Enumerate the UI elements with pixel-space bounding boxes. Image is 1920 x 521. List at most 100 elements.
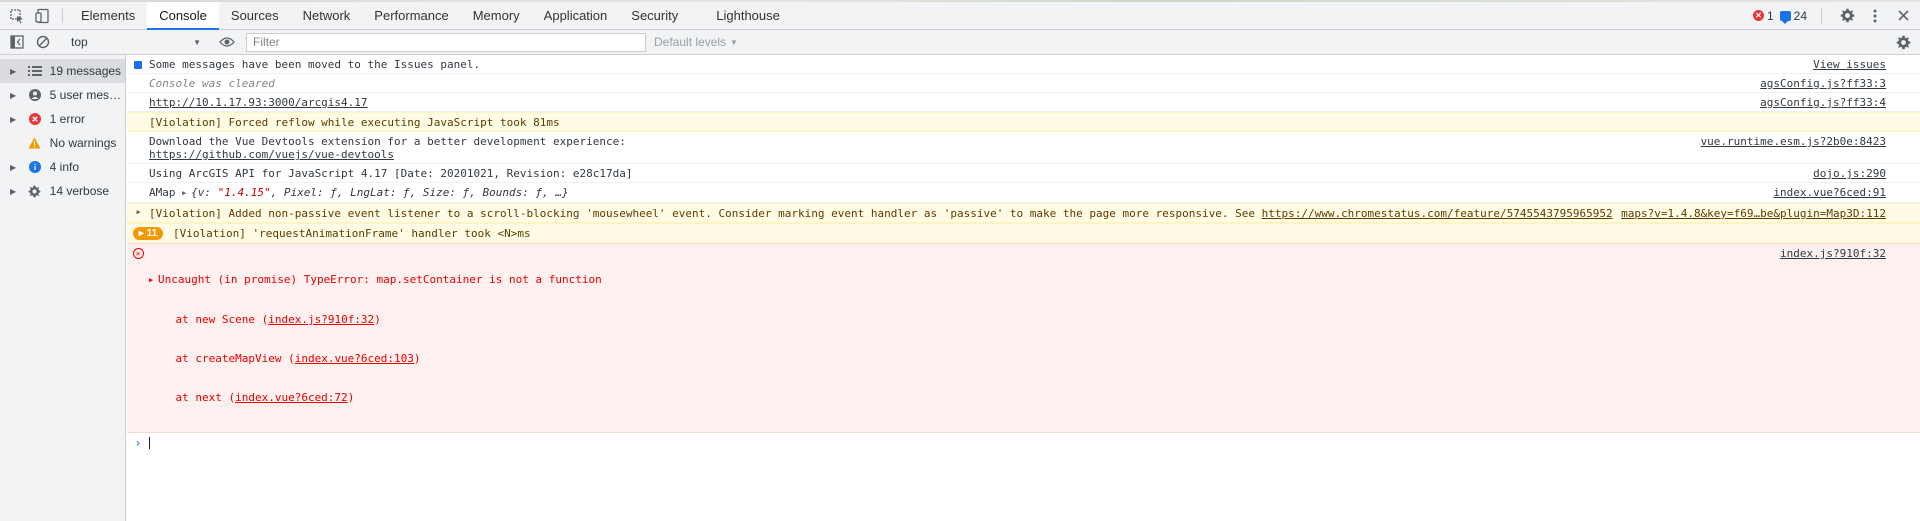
- message-link[interactable]: https://github.com/vuejs/vue-devtools: [149, 148, 1701, 161]
- console-prompt[interactable]: ›: [127, 433, 1920, 453]
- tab-security[interactable]: Security: [619, 2, 690, 29]
- object-open: {v:: [191, 186, 218, 199]
- console-message-cleared: Console was cleared agsConfig.js?ff33:3: [127, 74, 1920, 93]
- chevron-down-icon: ▼: [730, 37, 738, 47]
- message-text: Some messages have been moved to the Iss…: [149, 58, 481, 71]
- expand-triangle-icon[interactable]: ▶: [10, 187, 24, 196]
- error-icon: ✕: [1752, 10, 1764, 21]
- message-link[interactable]: http://10.1.17.93:3000/arcgis4.17: [149, 96, 368, 109]
- tab-performance[interactable]: Performance: [362, 2, 460, 29]
- source-link[interactable]: maps?v=1.4.8&key=f69…be&plugin=Map3D:112: [1621, 207, 1920, 220]
- sidebar-item-errors[interactable]: ▶ 1 error: [0, 107, 125, 131]
- expand-triangle-icon[interactable]: ▶: [10, 115, 24, 124]
- sidebar-item-label: 19 messages: [49, 64, 122, 78]
- prompt-chevron-icon: ›: [134, 436, 142, 450]
- settings-gear-icon[interactable]: [1836, 5, 1858, 27]
- console-message-violation: [Violation] Forced reflow while executin…: [127, 112, 1920, 132]
- expand-triangle-icon[interactable]: ▶: [10, 91, 24, 100]
- console-message-violation-passive: ▶ [Violation] Added non-passive event li…: [127, 203, 1920, 223]
- log-levels-dropdown[interactable]: Default levels ▼: [654, 35, 738, 49]
- message-text: Console was cleared: [149, 77, 275, 90]
- tab-lighthouse[interactable]: Lighthouse: [704, 2, 792, 29]
- message-counter[interactable]: 24: [1779, 8, 1807, 24]
- source-link[interactable]: agsConfig.js?ff33:3: [1760, 77, 1920, 90]
- error-count: 1: [1766, 8, 1774, 23]
- tab-console[interactable]: Console: [147, 2, 219, 30]
- source-link[interactable]: index.js?910f:32: [1780, 247, 1920, 430]
- object-rest: , Pixel: ƒ, LngLat: ƒ, Size: ƒ, Bounds: …: [270, 186, 569, 199]
- sidebar-item-label: 14 verbose: [49, 184, 110, 198]
- sidebar-item-user-messages[interactable]: ▶ 5 user messages: [0, 83, 125, 107]
- tab-memory[interactable]: Memory: [461, 2, 532, 29]
- sidebar-item-warnings[interactable]: No warnings: [0, 131, 125, 155]
- tab-network[interactable]: Network: [291, 2, 363, 29]
- clear-console-icon[interactable]: [30, 35, 56, 49]
- expand-triangle-icon[interactable]: ▶: [149, 274, 158, 287]
- stack-frame-paren: ): [347, 391, 355, 404]
- expand-triangle-icon[interactable]: ▶: [10, 67, 24, 76]
- tab-application[interactable]: Application: [532, 2, 620, 29]
- context-value: top: [71, 35, 88, 49]
- object-version-string: "1.4.15": [217, 186, 271, 199]
- message-link[interactable]: https://www.chromestatus.com/feature/574…: [1262, 207, 1613, 220]
- message-text: AMap: [149, 186, 176, 199]
- verbose-icon: [24, 185, 46, 198]
- object-preview[interactable]: {v: "1.4.15", Pixel: ƒ, LngLat: ƒ, Size:…: [191, 186, 569, 199]
- source-link[interactable]: dojo.js:290: [1813, 167, 1920, 180]
- inspect-element-icon[interactable]: [4, 2, 30, 29]
- console-message-error: ✕ ▶ Uncaught (in promise) TypeError: map.…: [127, 243, 1920, 433]
- user-icon: [24, 89, 46, 101]
- context-selector[interactable]: top ▼: [65, 33, 207, 52]
- tab-elements[interactable]: Elements: [69, 2, 147, 29]
- error-counter[interactable]: ✕ 1: [1752, 8, 1774, 23]
- device-toolbar-icon[interactable]: [30, 2, 56, 29]
- source-link[interactable]: index.vue?6ced:91: [1773, 186, 1920, 200]
- close-devtools-icon[interactable]: [1892, 5, 1914, 27]
- issues-info-icon: [134, 61, 142, 69]
- stack-frame-paren: ): [374, 313, 381, 326]
- expand-triangle-icon[interactable]: ▶: [137, 208, 146, 220]
- chevron-down-icon: ▼: [193, 37, 201, 47]
- log-levels-label: Default levels: [654, 35, 727, 49]
- console-messages: Some messages have been moved to the Iss…: [127, 55, 1920, 521]
- sidebar-item-label: 5 user messages: [49, 88, 125, 102]
- sidebar-item-messages[interactable]: ▶ 19 messages: [0, 59, 125, 83]
- message-text: [Violation] Forced reflow while executin…: [149, 116, 560, 129]
- more-options-icon[interactable]: [1864, 5, 1886, 27]
- devtools-tabbar: Elements Console Sources Network Perform…: [0, 2, 1920, 30]
- filter-input[interactable]: [246, 32, 646, 52]
- sidebar-item-info[interactable]: ▶ 4 info: [0, 155, 125, 179]
- text-caret: [149, 437, 150, 449]
- stack-frame-link[interactable]: index.vue?6ced:103: [295, 352, 414, 365]
- expand-triangle-icon[interactable]: ▶: [182, 187, 191, 200]
- expand-triangle-icon[interactable]: ▶: [10, 163, 24, 172]
- message-count: 24: [1793, 8, 1807, 23]
- console-sidebar: ▶ 19 messages ▶ 5 user messages ▶ 1 erro…: [0, 55, 126, 521]
- stack-frame-paren: ): [413, 352, 421, 365]
- console-settings-gear-icon[interactable]: [1892, 31, 1914, 53]
- message-text: [Violation] Added non-passive event list…: [149, 207, 1262, 220]
- stack-frame-text: at new Scene (: [149, 313, 269, 326]
- error-icon: ✕: [132, 248, 144, 259]
- error-text: Uncaught (in promise) TypeError: map.set…: [158, 273, 602, 286]
- tab-sources[interactable]: Sources: [219, 2, 291, 29]
- repeat-count-badge: ▸ 11: [133, 227, 163, 240]
- repeat-count: 11: [146, 228, 158, 239]
- view-issues-link[interactable]: View issues: [1813, 58, 1920, 71]
- stack-frame-link[interactable]: index.vue?6ced:72: [235, 391, 348, 404]
- warning-icon: [24, 137, 46, 149]
- message-text: Using ArcGIS API for JavaScript 4.17 [Da…: [149, 167, 633, 180]
- message-icon: [1779, 10, 1791, 24]
- stack-frame-link[interactable]: index.js?910f:32: [268, 313, 374, 326]
- live-expression-eye-icon[interactable]: [212, 36, 242, 48]
- sidebar-toggle-icon[interactable]: [4, 35, 30, 49]
- console-message-amap: AMap ▶ {v: "1.4.15", Pixel: ƒ, LngLat: ƒ,…: [127, 183, 1920, 203]
- sidebar-item-label: 4 info: [49, 160, 80, 174]
- source-link[interactable]: vue.runtime.esm.js?2b0e:8423: [1701, 135, 1920, 161]
- console-toolbar: top ▼ Default levels ▼: [0, 30, 1920, 55]
- list-icon: [24, 66, 46, 76]
- sidebar-item-verbose[interactable]: ▶ 14 verbose: [0, 179, 125, 203]
- tabbar-divider: [62, 8, 63, 23]
- stack-frame-text: at next (: [149, 391, 236, 404]
- source-link[interactable]: agsConfig.js?ff33:4: [1760, 96, 1920, 109]
